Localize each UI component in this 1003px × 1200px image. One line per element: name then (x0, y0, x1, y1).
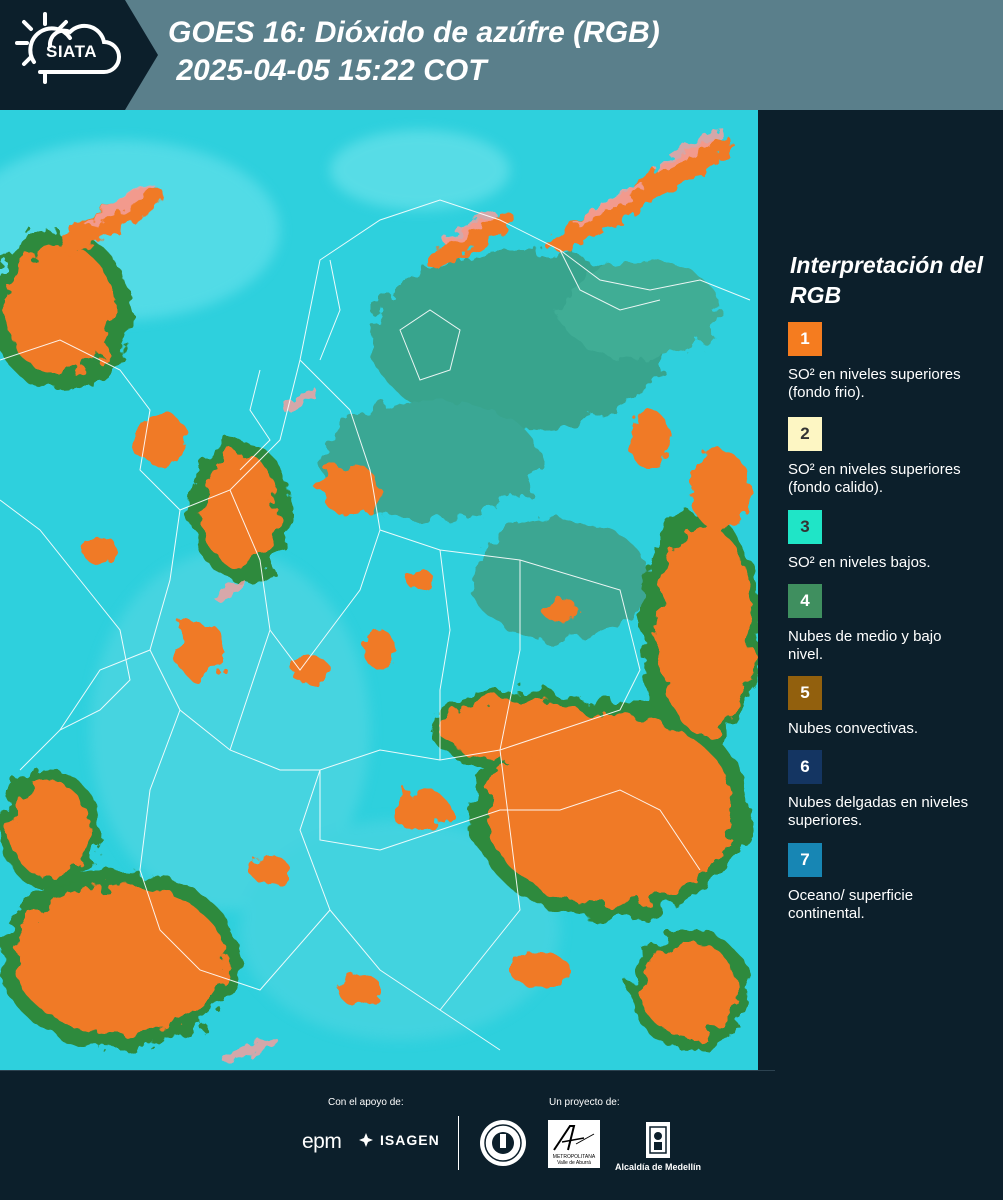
legend-swatch-2: 2 (788, 417, 822, 451)
legend-swatch-1: 1 (788, 322, 822, 356)
epm-logo: epm (302, 1130, 342, 1153)
siata-logo: SIATA (0, 0, 158, 110)
footer-divider-line (0, 1070, 775, 1071)
isagen-text: ISAGEN (380, 1132, 440, 1148)
legend-item-4: 4 Nubes de medio y bajo nivel. (788, 584, 978, 664)
legend-title: Interpretación del RGB (790, 252, 983, 308)
legend-panel: Interpretación del RGB 1 SO² en niveles … (758, 110, 1003, 1070)
legend-swatch-5: 5 (788, 676, 822, 710)
support-label: Con el apoyo de: (328, 1097, 404, 1108)
area-logo-text: METROPOLITANA Valle de Aburrá (552, 1154, 596, 1166)
title-line-1: GOES 16: Dióxido de azúfre (RGB) (168, 16, 660, 49)
alcaldia-shield-icon (646, 1122, 670, 1158)
siata-logo-text: SIATA (46, 42, 97, 61)
legend-text-3: SO² en niveles bajos. (788, 554, 931, 571)
title-line-2: 2025-04-05 15:22 COT (168, 54, 487, 87)
legend-text-1: SO² en niveles superiores (fondo frio). (788, 366, 961, 401)
area-metropolitana-logo: METROPOLITANA Valle de Aburrá (548, 1120, 600, 1168)
legend-item-3: 3 SO² en niveles bajos. (788, 510, 978, 572)
legend-text-4: Nubes de medio y bajo nivel. (788, 628, 942, 663)
isagen-icon (359, 1133, 373, 1147)
legend-item-2: 2 SO² en niveles superiores (fondo calid… (788, 417, 978, 497)
legend-item-7: 7 Oceano/ superficie continental. (788, 843, 978, 923)
legend-swatch-6: 6 (788, 750, 822, 784)
legend-item-1: 1 SO² en niveles superiores (fondo frio)… (788, 322, 978, 402)
page-title: GOES 16: Dióxido de azúfre (RGB) 2025-04… (168, 14, 660, 90)
area-logo-mark (553, 1125, 595, 1151)
legend-swatch-7: 7 (788, 843, 822, 877)
legend-swatch-3: 3 (788, 510, 822, 544)
alcaldia-label: Alcaldía de Medellín (614, 1162, 702, 1172)
legend-item-6: 6 Nubes delgadas en niveles superiores. (788, 750, 978, 830)
legend-item-5: 5 Nubes convectivas. (788, 676, 978, 738)
legend-text-7: Oceano/ superficie continental. (788, 887, 914, 922)
medellin-seal-icon (480, 1120, 526, 1166)
legend-swatch-4: 4 (788, 584, 822, 618)
isagen-logo: ISAGEN (358, 1132, 440, 1148)
satellite-map[interactable] (0, 110, 758, 1070)
legend-text-2: SO² en niveles superiores (fondo calido)… (788, 461, 961, 496)
project-label: Un proyecto de: (549, 1097, 620, 1108)
legend-text-5: Nubes convectivas. (788, 720, 919, 737)
alcaldia-logo: Alcaldía de Medellín (612, 1120, 704, 1172)
footer: Con el apoyo de: Un proyecto de: epm ISA… (0, 1070, 1003, 1200)
satellite-map-image (0, 110, 758, 1070)
header-bar: SIATA GOES 16: Dióxido de azúfre (RGB) 2… (0, 0, 1003, 110)
legend-text-6: Nubes delgadas en niveles superiores. (788, 794, 969, 829)
footer-vertical-divider (458, 1116, 459, 1170)
